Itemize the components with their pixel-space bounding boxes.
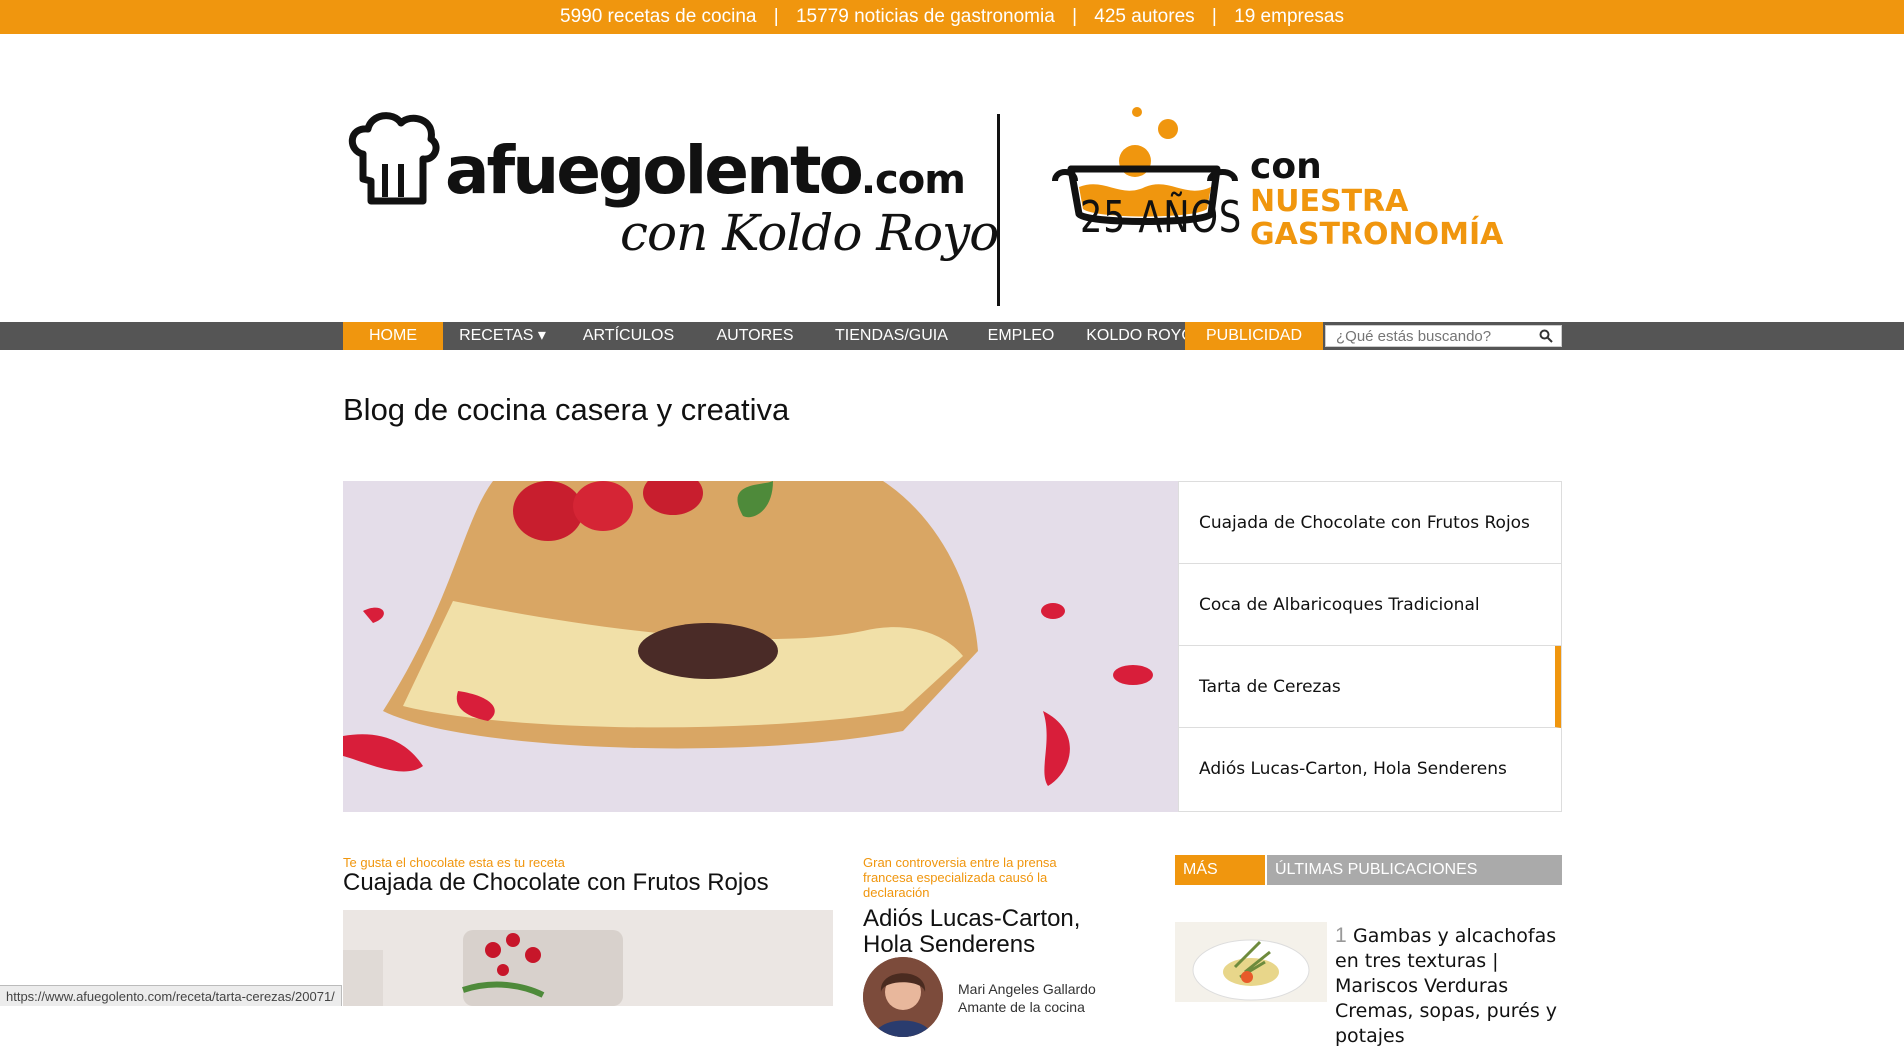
nav-home[interactable]: HOME (343, 322, 443, 350)
item-title[interactable]: Gambas y alcachofas en tres texturas | M… (1335, 924, 1562, 1049)
logo-main: afuegolento (445, 132, 864, 209)
news-count[interactable]: 15779 noticias de gastronomia (796, 6, 1055, 27)
article-title[interactable]: Adiós Lucas-Carton, Hola Senderens (863, 906, 1103, 958)
cherry-cake-image (343, 481, 1178, 812)
status-bar-url: https://www.afuegolento.com/receta/tarta… (0, 985, 342, 1006)
logo-nuestra: NUESTRA (1250, 184, 1409, 219)
page-title: Blog de cocina casera y creativa (343, 392, 790, 427)
tab-latest[interactable]: ÚLTIMAS PUBLICACIONES (1267, 855, 1562, 885)
nav-empleo[interactable]: EMPLEO (980, 322, 1062, 350)
author-name[interactable]: Mari Angeles Gallardo (958, 981, 1096, 997)
logo-tagline: con Koldo Royo (620, 204, 999, 262)
separator: | (773, 6, 779, 27)
nav-koldo-royo[interactable]: KOLDO ROYO (1085, 322, 1195, 350)
hero-item-active[interactable]: Tarta de Cerezas (1179, 646, 1561, 728)
logo-tld: .com (860, 157, 966, 203)
article-image[interactable] (343, 910, 833, 1006)
nav-tiendas[interactable]: TIENDAS/GUIA (835, 322, 948, 350)
logo-con: con (1250, 146, 1322, 187)
main-nav: HOME RECETAS ▾ ARTÍCULOS AUTORES TIENDAS… (0, 322, 1904, 350)
site-stats-bar: 5990 recetas de cocina | 15779 noticias … (0, 0, 1904, 34)
author-description: Amante de la cocina (958, 999, 1085, 1015)
search-box (1325, 325, 1562, 347)
logo-divider (997, 114, 1000, 306)
nav-publicidad[interactable]: PUBLICIDAD (1185, 322, 1323, 350)
hero-image[interactable] (343, 481, 1178, 812)
article-card: Gran controversia entre la prensa france… (863, 855, 1103, 958)
article-kicker: Te gusta el chocolate esta es tu receta (343, 855, 565, 870)
hero-item[interactable]: Cuajada de Chocolate con Frutos Rojos (1179, 482, 1561, 564)
avatar[interactable] (863, 957, 943, 1037)
dessert-image (343, 910, 833, 1006)
header: afuegolento.com con Koldo Royo 25 AÑOS c… (0, 34, 1904, 322)
hero-item[interactable]: Adiós Lucas-Carton, Hola Senderens (1179, 728, 1561, 810)
article-kicker: Gran controversia entre la prensa france… (863, 855, 1057, 900)
nav-articulos[interactable]: ARTÍCULOS (575, 322, 682, 350)
logo-gastronomia: GASTRONOMÍA (1250, 217, 1504, 252)
nav-recetas[interactable]: RECETAS ▾ (455, 322, 550, 350)
chef-hat-icon (348, 112, 440, 205)
separator: | (1072, 6, 1077, 27)
recipes-count[interactable]: 5990 recetas de cocina (560, 6, 756, 27)
separator: | (1211, 6, 1217, 27)
companies-count[interactable]: 19 empresas (1234, 6, 1344, 27)
nav-autores[interactable]: AUTORES (705, 322, 805, 350)
search-input[interactable] (1326, 326, 1536, 346)
authors-count[interactable]: 425 autores (1094, 6, 1194, 27)
hero-list: Cuajada de Chocolate con Frutos Rojos Co… (1178, 481, 1562, 812)
anniversary-years: 25 AÑOS (1080, 192, 1243, 243)
thumbnail[interactable] (1175, 922, 1327, 1002)
article-title[interactable]: Cuajada de Chocolate con Frutos Rojos (343, 870, 833, 896)
search-icon[interactable] (1539, 329, 1553, 343)
tab-most-read[interactable]: MÁS LEÍDO (1175, 855, 1265, 908)
hero-item[interactable]: Coca de Albaricoques Tradicional (1179, 564, 1561, 646)
sidebar-tabs: MÁS LEÍDO ÚLTIMAS PUBLICACIONES (1175, 855, 1562, 908)
site-logo[interactable]: afuegolento.com (445, 132, 966, 209)
article-card: Te gusta el chocolate esta es tu receta … (343, 855, 833, 896)
